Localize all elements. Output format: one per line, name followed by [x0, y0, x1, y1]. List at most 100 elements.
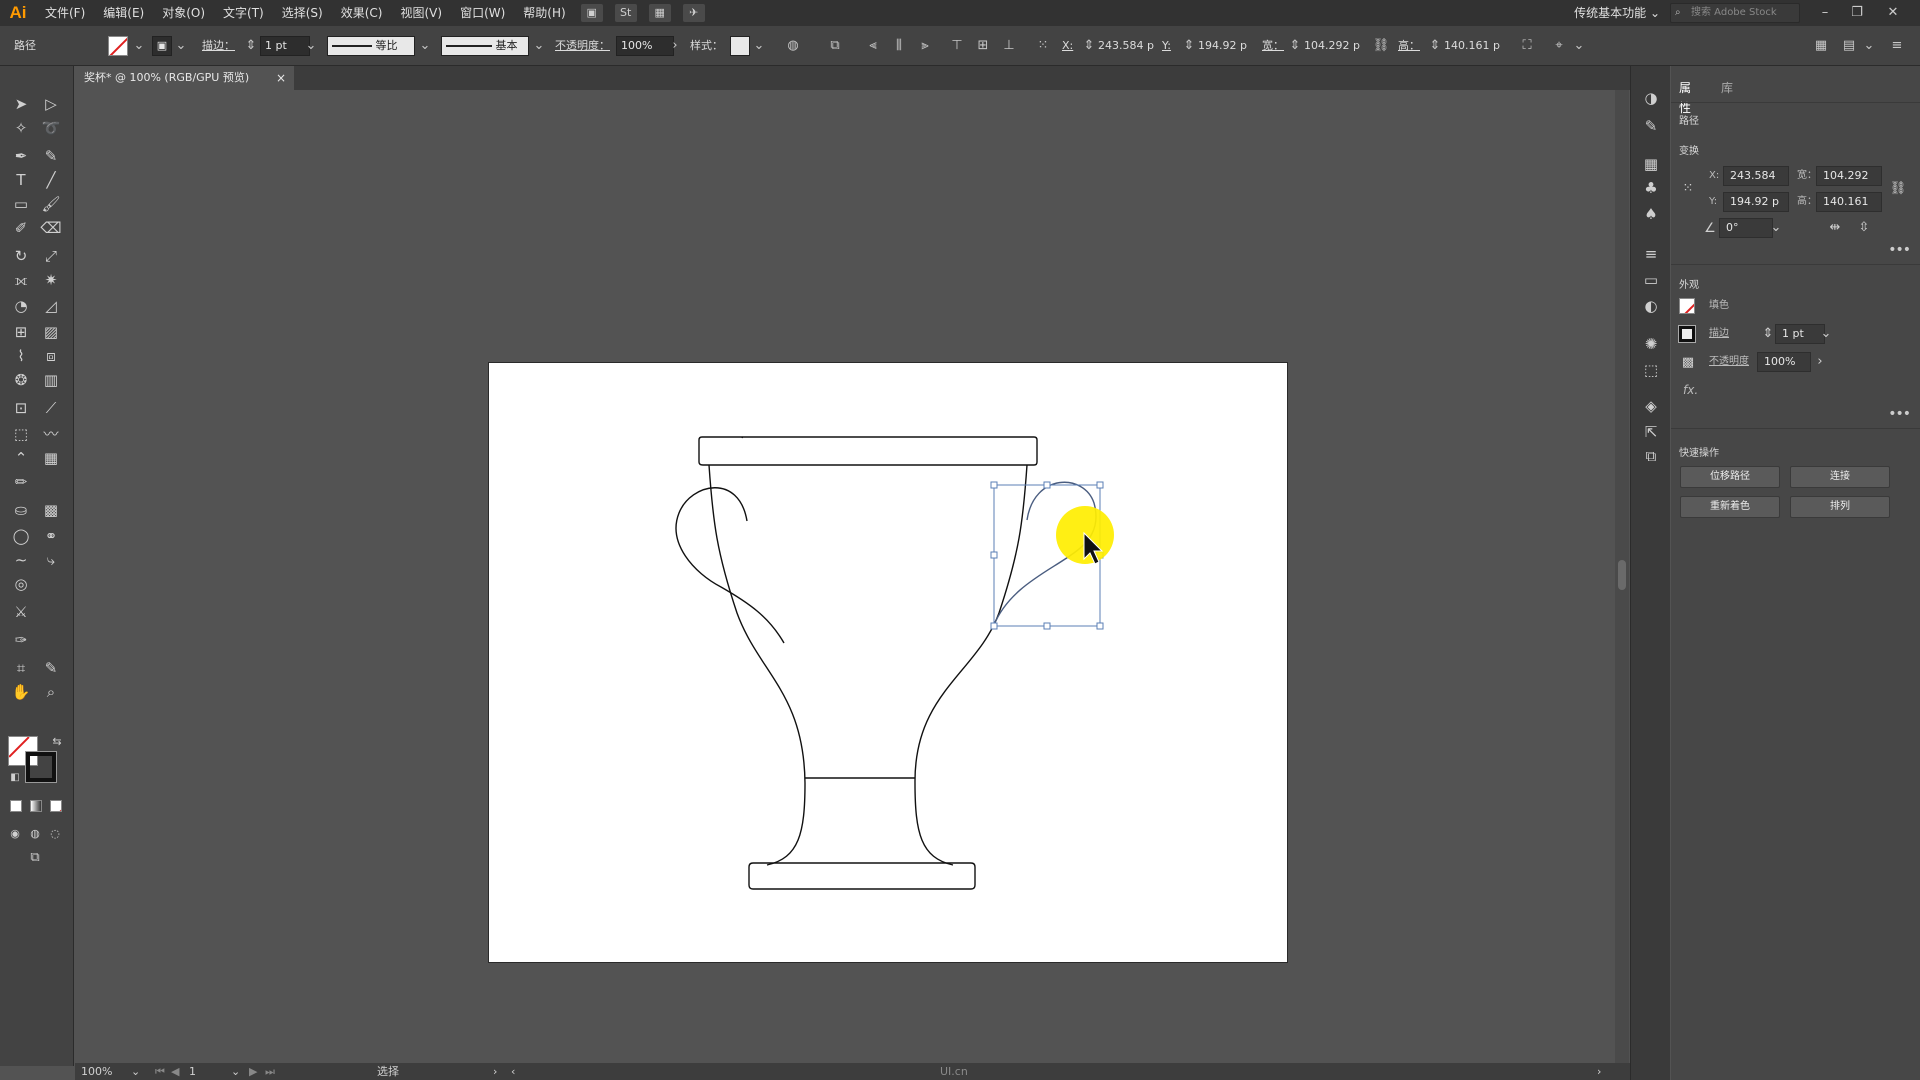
fill-swatch[interactable]: [108, 36, 128, 56]
stroke-swatch[interactable]: ▣: [152, 36, 172, 56]
panel-layout-icon[interactable]: ▤: [1840, 37, 1858, 55]
perspective-grid-tool-icon[interactable]: ◿: [38, 294, 64, 318]
chevron-down-icon[interactable]: ⌄: [750, 37, 768, 55]
offset-path-button[interactable]: 位移路径: [1680, 466, 1780, 488]
stepper-icon[interactable]: ⇕: [1426, 37, 1444, 55]
width-field[interactable]: 104.292 p: [1304, 36, 1360, 56]
chevron-right-icon[interactable]: ›: [493, 1063, 497, 1080]
chevron-down-icon[interactable]: ⌄: [1767, 219, 1785, 237]
scrollbar-thumb[interactable]: [1618, 560, 1626, 590]
chevron-down-icon[interactable]: ⌄: [1860, 37, 1878, 55]
constrain-proportions-icon[interactable]: ⛓: [1889, 180, 1907, 198]
magic-wand-tool-icon[interactable]: ✧: [8, 116, 34, 140]
opacity-label[interactable]: 不透明度：: [555, 36, 610, 56]
bridge-icon[interactable]: ▣: [580, 4, 603, 22]
blob-brush-tool-icon[interactable]: ✑: [8, 628, 34, 652]
menu-help[interactable]: 帮助(H): [514, 0, 574, 26]
free-transform-tool-icon[interactable]: ⬚: [8, 422, 34, 446]
zoom-tool-icon[interactable]: ⌕: [38, 680, 64, 704]
align-right-icon[interactable]: ⫸: [916, 37, 934, 55]
mesh-tool-icon[interactable]: ⊞: [8, 320, 34, 344]
artboard-number[interactable]: 1: [189, 1063, 196, 1080]
eyedropper-tool-icon[interactable]: ⌇: [8, 344, 34, 368]
layers-icon[interactable]: ◈: [1641, 396, 1661, 416]
chevron-left-icon[interactable]: ‹: [511, 1063, 515, 1080]
opacity-field[interactable]: 100%: [1757, 352, 1811, 372]
document-tab[interactable]: 奖杯* @ 100% (RGB/GPU 预览) ×: [74, 66, 294, 90]
menu-view[interactable]: 视图(V): [391, 0, 451, 26]
x-field[interactable]: 243.584 p: [1098, 36, 1154, 56]
close-tab-icon[interactable]: ×: [276, 66, 286, 90]
width-field[interactable]: 104.292: [1816, 166, 1882, 186]
smooth-tool-icon[interactable]: ∼: [8, 548, 34, 572]
arrange-documents-icon[interactable]: ▦: [648, 4, 671, 22]
knife-tool-icon[interactable]: ⚔: [8, 600, 34, 624]
chart-tool-icon[interactable]: ▦: [38, 446, 64, 470]
stock-search-input[interactable]: ⌕ 搜索 Adobe Stock: [1670, 3, 1800, 23]
eraser-tool-icon[interactable]: ⌫: [38, 216, 64, 240]
rotate-tool-icon[interactable]: ↻: [8, 244, 34, 268]
first-artboard-icon[interactable]: ⏮: [155, 1063, 165, 1080]
stepper-icon[interactable]: ⇕: [1180, 37, 1198, 55]
stroke-label[interactable]: 描边：: [202, 36, 235, 56]
shape-mode-icon[interactable]: ⚭: [38, 524, 64, 548]
tab-libraries[interactable]: 库: [1721, 78, 1733, 98]
fill-swatch[interactable]: [1679, 298, 1695, 314]
join-button[interactable]: 连接: [1790, 466, 1890, 488]
chevron-down-icon[interactable]: ⌄: [231, 1063, 240, 1080]
workspace-switcher[interactable]: 传统基本功能 ⌄: [1574, 0, 1660, 26]
line-tool-icon[interactable]: ╱: [38, 168, 64, 192]
scale-tool-icon[interactable]: ⤢: [38, 244, 64, 268]
align-left-icon[interactable]: ⫷: [864, 37, 882, 55]
gradient-tool-icon[interactable]: ▨: [38, 320, 64, 344]
slice-tool-icon[interactable]: ⟋: [38, 396, 64, 420]
height-field[interactable]: 140.161 p: [1444, 36, 1500, 56]
flip-horizontal-icon[interactable]: ⇹: [1826, 219, 1844, 237]
stroke-label[interactable]: 描边: [1709, 324, 1729, 344]
selection-tool-icon[interactable]: ➤: [8, 92, 34, 116]
align-bottom-icon[interactable]: ⊥: [1000, 37, 1018, 55]
color-guide-icon[interactable]: ◑: [1641, 88, 1661, 108]
minimize-button[interactable]: –: [1810, 0, 1840, 26]
type-tool-icon[interactable]: T: [8, 168, 34, 192]
paint-bucket-tool-icon[interactable]: ⛀: [8, 498, 34, 522]
brushes-icon[interactable]: ✎: [1641, 116, 1661, 136]
more-options-icon[interactable]: •••: [1888, 406, 1911, 422]
pencil-tool-icon[interactable]: ✏: [8, 470, 34, 494]
menu-effect[interactable]: 效果(C): [332, 0, 392, 26]
menu-edit[interactable]: 编辑(E): [94, 0, 153, 26]
graphic-styles-icon[interactable]: ♠: [1641, 204, 1661, 224]
default-colors-icon[interactable]: ◧: [2, 766, 28, 790]
transform-panel-icon[interactable]: ⬚: [1641, 360, 1661, 380]
rotation-angle-field[interactable]: 0°: [1719, 218, 1773, 238]
stepper-icon[interactable]: ⇕: [1286, 37, 1304, 55]
arrange-panels-icon[interactable]: ▦: [1812, 37, 1830, 55]
chevron-down-icon[interactable]: ⌄: [530, 37, 548, 55]
symbol-sprayer-tool-icon[interactable]: ❂: [8, 368, 34, 392]
crop-tool-icon[interactable]: ⌗: [8, 656, 34, 680]
opacity-label[interactable]: 不透明度: [1709, 352, 1749, 372]
canvas-area[interactable]: [75, 90, 1630, 1065]
gpu-performance-icon[interactable]: ✈: [682, 4, 705, 22]
transform-icon[interactable]: ⛶: [1518, 37, 1536, 55]
panel-menu-icon[interactable]: ≡: [1888, 37, 1906, 55]
flip-vertical-icon[interactable]: ⇳: [1855, 219, 1873, 237]
screen-mode-icon[interactable]: ⧉: [22, 846, 48, 870]
stepper-icon[interactable]: ⇕: [242, 37, 260, 55]
join-tool-icon[interactable]: ⤷: [38, 548, 64, 572]
recolor-button[interactable]: 重新着色: [1680, 496, 1780, 518]
curvature-tool-icon[interactable]: ✎: [38, 144, 64, 168]
color-mode-button[interactable]: [10, 800, 22, 812]
menu-select[interactable]: 选择(S): [273, 0, 332, 26]
graphic-style-swatch[interactable]: [730, 36, 750, 56]
y-field[interactable]: 194.92 p: [1723, 192, 1789, 212]
previous-artboard-icon[interactable]: ◀: [171, 1063, 179, 1080]
gradient-panel-icon[interactable]: ▭: [1641, 270, 1661, 290]
last-artboard-icon[interactable]: ⏭: [265, 1063, 275, 1080]
anchor-point-tool-icon[interactable]: ⌃: [8, 446, 34, 470]
puppet-warp-tool-icon[interactable]: ✷: [38, 268, 64, 292]
lasso-tool-icon[interactable]: ➰: [38, 116, 64, 140]
none-mode-button[interactable]: [50, 800, 62, 812]
align-middle-icon[interactable]: ⊞: [974, 37, 992, 55]
stroke-color-box[interactable]: [25, 751, 57, 783]
